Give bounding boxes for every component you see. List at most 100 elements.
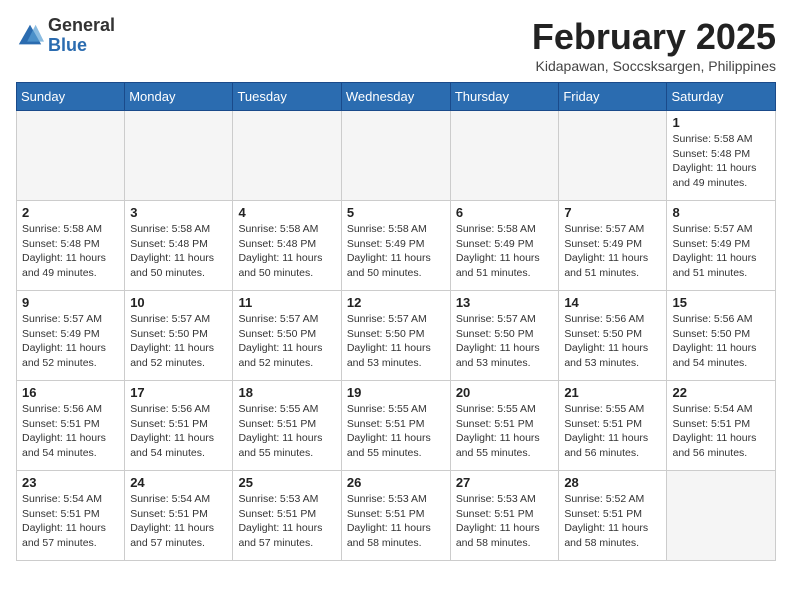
day-number: 1 xyxy=(672,115,770,130)
weekday-header: Tuesday xyxy=(233,83,341,111)
day-number: 5 xyxy=(347,205,445,220)
day-number: 14 xyxy=(564,295,661,310)
calendar-cell: 23 Sunrise: 5:54 AMSunset: 5:51 PMDayligh… xyxy=(17,471,125,561)
calendar-cell xyxy=(125,111,233,201)
day-info: Sunrise: 5:56 AMSunset: 5:50 PMDaylight:… xyxy=(564,312,661,371)
calendar-cell: 12Sunrise: 5:57 AMSunset: 5:50 PMDayligh… xyxy=(341,291,450,381)
day-number: 13 xyxy=(456,295,554,310)
day-info: Sunrise: 5:57 AMSunset: 5:50 PMDaylight:… xyxy=(238,312,335,371)
day-info: Sunrise: 5:57 AMSunset: 5:49 PMDaylight:… xyxy=(672,222,770,281)
day-number: 9 xyxy=(22,295,119,310)
day-number: 8 xyxy=(672,205,770,220)
day-info: Sunrise: 5:52 AMSunset: 5:51 PMDaylight:… xyxy=(564,492,661,551)
day-number: 4 xyxy=(238,205,335,220)
day-number: 26 xyxy=(347,475,445,490)
calendar-table: SundayMondayTuesdayWednesdayThursdayFrid… xyxy=(16,82,776,561)
day-info: Sunrise: 5:56 AMSunset: 5:51 PMDaylight:… xyxy=(22,402,119,461)
calendar-cell: 7Sunrise: 5:57 AMSunset: 5:49 PMDaylight… xyxy=(559,201,667,291)
page-header: General Blue February 2025 Kidapawan, So… xyxy=(16,16,776,74)
day-info: Sunrise: 5:57 AMSunset: 5:49 PMDaylight:… xyxy=(22,312,119,371)
calendar-cell: 11 Sunrise: 5:57 AMSunset: 5:50 PMDayligh… xyxy=(233,291,341,381)
day-info: Sunrise: 5:58 AMSunset: 5:49 PMDaylight:… xyxy=(456,222,554,281)
day-number: 11 xyxy=(238,295,335,310)
calendar-cell: 27 Sunrise: 5:53 AMSunset: 5:51 PMDayligh… xyxy=(450,471,559,561)
day-info: Sunrise: 5:56 AMSunset: 5:50 PMDaylight:… xyxy=(672,312,770,371)
weekday-header: Sunday xyxy=(17,83,125,111)
day-info: Sunrise: 5:57 AMSunset: 5:50 PMDaylight:… xyxy=(347,312,445,371)
calendar-cell: 26 Sunrise: 5:53 AMSunset: 5:51 PMDayligh… xyxy=(341,471,450,561)
calendar-week-row: 2 Sunrise: 5:58 AMSunset: 5:48 PMDaylight… xyxy=(17,201,776,291)
calendar-cell: 22Sunrise: 5:54 AMSunset: 5:51 PMDayligh… xyxy=(667,381,776,471)
day-number: 3 xyxy=(130,205,227,220)
title-block: February 2025 Kidapawan, Soccsksargen, P… xyxy=(532,16,776,74)
logo-blue: Blue xyxy=(48,36,115,56)
day-number: 20 xyxy=(456,385,554,400)
day-info: Sunrise: 5:58 AMSunset: 5:48 PMDaylight:… xyxy=(238,222,335,281)
day-info: Sunrise: 5:58 AMSunset: 5:48 PMDaylight:… xyxy=(672,132,770,191)
day-number: 2 xyxy=(22,205,119,220)
day-info: Sunrise: 5:53 AMSunset: 5:51 PMDaylight:… xyxy=(456,492,554,551)
day-info: Sunrise: 5:54 AMSunset: 5:51 PMDaylight:… xyxy=(130,492,227,551)
calendar-cell xyxy=(559,111,667,201)
day-info: Sunrise: 5:56 AMSunset: 5:51 PMDaylight:… xyxy=(130,402,227,461)
calendar-cell: 15 Sunrise: 5:56 AMSunset: 5:50 PMDayligh… xyxy=(667,291,776,381)
calendar-cell: 28Sunrise: 5:52 AMSunset: 5:51 PMDayligh… xyxy=(559,471,667,561)
weekday-header: Monday xyxy=(125,83,233,111)
day-number: 23 xyxy=(22,475,119,490)
calendar-cell: 13 Sunrise: 5:57 AMSunset: 5:50 PMDayligh… xyxy=(450,291,559,381)
calendar-week-row: 1 Sunrise: 5:58 AMSunset: 5:48 PMDaylight… xyxy=(17,111,776,201)
day-info: Sunrise: 5:55 AMSunset: 5:51 PMDaylight:… xyxy=(347,402,445,461)
weekday-header: Wednesday xyxy=(341,83,450,111)
day-number: 21 xyxy=(564,385,661,400)
calendar-cell: 5 Sunrise: 5:58 AMSunset: 5:49 PMDaylight… xyxy=(341,201,450,291)
day-info: Sunrise: 5:58 AMSunset: 5:49 PMDaylight:… xyxy=(347,222,445,281)
day-info: Sunrise: 5:53 AMSunset: 5:51 PMDaylight:… xyxy=(238,492,335,551)
day-number: 15 xyxy=(672,295,770,310)
day-info: Sunrise: 5:57 AMSunset: 5:50 PMDaylight:… xyxy=(130,312,227,371)
calendar-cell: 10 Sunrise: 5:57 AMSunset: 5:50 PMDayligh… xyxy=(125,291,233,381)
day-number: 19 xyxy=(347,385,445,400)
day-number: 24 xyxy=(130,475,227,490)
day-info: Sunrise: 5:55 AMSunset: 5:51 PMDaylight:… xyxy=(238,402,335,461)
day-info: Sunrise: 5:54 AMSunset: 5:51 PMDaylight:… xyxy=(672,402,770,461)
day-number: 7 xyxy=(564,205,661,220)
weekday-header: Saturday xyxy=(667,83,776,111)
calendar-cell xyxy=(17,111,125,201)
day-info: Sunrise: 5:55 AMSunset: 5:51 PMDaylight:… xyxy=(456,402,554,461)
calendar-cell: 2 Sunrise: 5:58 AMSunset: 5:48 PMDaylight… xyxy=(17,201,125,291)
calendar-cell: 14 Sunrise: 5:56 AMSunset: 5:50 PMDayligh… xyxy=(559,291,667,381)
calendar-cell: 20 Sunrise: 5:55 AMSunset: 5:51 PMDayligh… xyxy=(450,381,559,471)
calendar-week-row: 9 Sunrise: 5:57 AMSunset: 5:49 PMDaylight… xyxy=(17,291,776,381)
calendar-cell: 24 Sunrise: 5:54 AMSunset: 5:51 PMDayligh… xyxy=(125,471,233,561)
calendar-cell: 8 Sunrise: 5:57 AMSunset: 5:49 PMDaylight… xyxy=(667,201,776,291)
calendar-cell: 17Sunrise: 5:56 AMSunset: 5:51 PMDayligh… xyxy=(125,381,233,471)
day-number: 10 xyxy=(130,295,227,310)
day-number: 16 xyxy=(22,385,119,400)
day-info: Sunrise: 5:54 AMSunset: 5:51 PMDaylight:… xyxy=(22,492,119,551)
calendar-cell xyxy=(233,111,341,201)
calendar-cell: 1 Sunrise: 5:58 AMSunset: 5:48 PMDaylight… xyxy=(667,111,776,201)
day-info: Sunrise: 5:58 AMSunset: 5:48 PMDaylight:… xyxy=(130,222,227,281)
day-number: 27 xyxy=(456,475,554,490)
calendar-week-row: 23 Sunrise: 5:54 AMSunset: 5:51 PMDayligh… xyxy=(17,471,776,561)
day-info: Sunrise: 5:53 AMSunset: 5:51 PMDaylight:… xyxy=(347,492,445,551)
calendar-cell xyxy=(341,111,450,201)
location: Kidapawan, Soccsksargen, Philippines xyxy=(532,58,776,74)
weekday-header: Friday xyxy=(559,83,667,111)
calendar-cell: 6Sunrise: 5:58 AMSunset: 5:49 PMDaylight… xyxy=(450,201,559,291)
calendar-cell: 9 Sunrise: 5:57 AMSunset: 5:49 PMDaylight… xyxy=(17,291,125,381)
calendar-week-row: 16 Sunrise: 5:56 AMSunset: 5:51 PMDayligh… xyxy=(17,381,776,471)
calendar-cell: 4 Sunrise: 5:58 AMSunset: 5:48 PMDaylight… xyxy=(233,201,341,291)
calendar-cell: 19 Sunrise: 5:55 AMSunset: 5:51 PMDayligh… xyxy=(341,381,450,471)
calendar-cell xyxy=(450,111,559,201)
day-number: 18 xyxy=(238,385,335,400)
logo-icon xyxy=(16,22,44,50)
weekday-header-row: SundayMondayTuesdayWednesdayThursdayFrid… xyxy=(17,83,776,111)
calendar-cell xyxy=(667,471,776,561)
month-title: February 2025 xyxy=(532,16,776,58)
day-info: Sunrise: 5:58 AMSunset: 5:48 PMDaylight:… xyxy=(22,222,119,281)
calendar-cell: 16 Sunrise: 5:56 AMSunset: 5:51 PMDayligh… xyxy=(17,381,125,471)
logo-general: General xyxy=(48,16,115,36)
day-number: 25 xyxy=(238,475,335,490)
day-info: Sunrise: 5:57 AMSunset: 5:50 PMDaylight:… xyxy=(456,312,554,371)
